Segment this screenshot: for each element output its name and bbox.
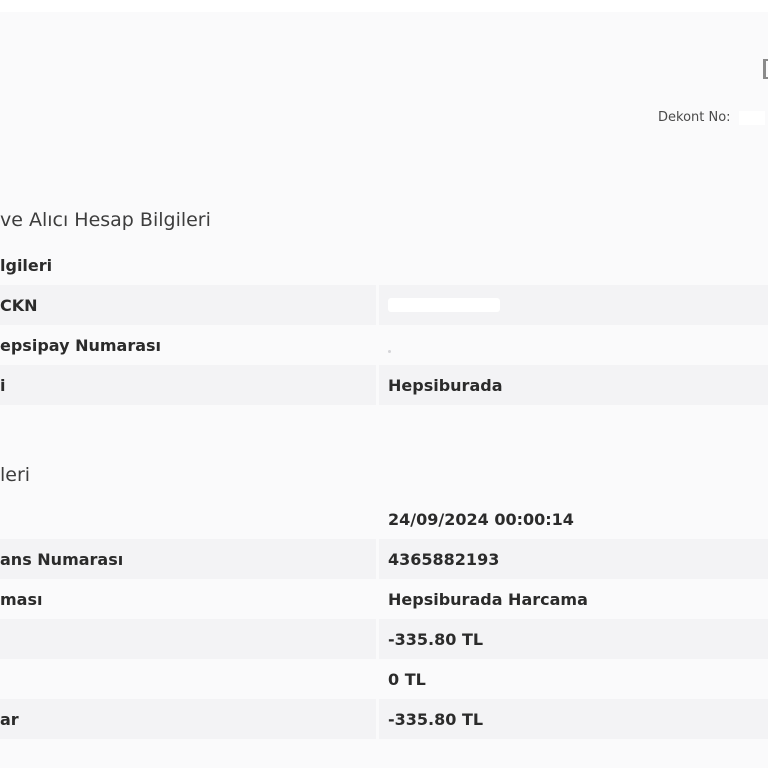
row-value: 4365882193 (379, 539, 768, 579)
row-label: epsipay Numarası (0, 325, 376, 365)
row-value: -335.80 TL (379, 699, 768, 739)
row-label: CKN (0, 285, 376, 325)
row-value: 24/09/2024 00:00:14 (379, 499, 768, 539)
row-label: i (0, 365, 376, 405)
row-value: -335.80 TL (379, 619, 768, 659)
table-row: 24/09/2024 00:00:14 (0, 499, 768, 539)
row-value (379, 245, 768, 285)
table-row: -335.80 TL (0, 619, 768, 659)
document-icon[interactable] (763, 59, 768, 79)
redacted-value (388, 298, 500, 312)
table-row: CKN (0, 285, 768, 325)
row-label (0, 659, 376, 699)
receipt-number-value (738, 110, 765, 125)
row-label: lgileri (0, 245, 376, 285)
transaction-section-title: leri (0, 464, 31, 486)
table-row: ans Numarası 4365882193 (0, 539, 768, 579)
table-row: lgileri (0, 245, 768, 285)
table-row: epsipay Numarası (0, 325, 768, 365)
account-info-table: lgileri CKN epsipay Numarası i Hepsibura… (0, 245, 768, 405)
redacted-value (388, 349, 391, 353)
receipt-number: Dekont No: (658, 110, 765, 125)
row-value: Hepsiburada (379, 365, 768, 405)
table-row: i Hepsiburada (0, 365, 768, 405)
row-value: 0 TL (379, 659, 768, 699)
row-label (0, 619, 376, 659)
row-label (0, 499, 376, 539)
transaction-info-table: 24/09/2024 00:00:14 ans Numarası 4365882… (0, 499, 768, 739)
table-row: ar -335.80 TL (0, 699, 768, 739)
table-row: 0 TL (0, 659, 768, 699)
row-value (379, 325, 768, 365)
row-value: Hepsiburada Harcama (379, 579, 768, 619)
receipt-number-label: Dekont No: (658, 110, 731, 125)
receipt-page: Dekont No: ve Alıcı Hesap Bilgileri lgil… (0, 0, 768, 768)
row-label: ans Numarası (0, 539, 376, 579)
sender-receiver-section-title: ve Alıcı Hesap Bilgileri (0, 209, 211, 231)
table-row: ması Hepsiburada Harcama (0, 579, 768, 619)
row-label: ar (0, 699, 376, 739)
row-value (379, 285, 768, 325)
row-label: ması (0, 579, 376, 619)
